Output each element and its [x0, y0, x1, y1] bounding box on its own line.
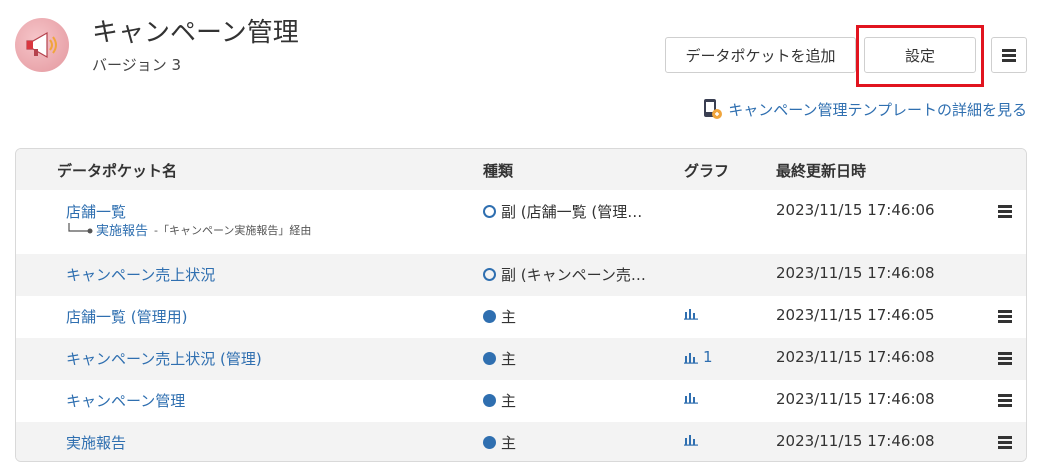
row-menu-button[interactable]: [998, 350, 1012, 371]
table-row: キャンペーン売上状況 副 (キャンペーン売… 2023/11/15 17:46:…: [16, 254, 1026, 296]
main-type-icon: [483, 436, 496, 449]
menu-button[interactable]: [991, 37, 1027, 73]
updated-cell: 2023/11/15 17:46:08: [776, 432, 935, 450]
type-label: 主: [501, 350, 517, 368]
type-label: 主: [501, 392, 517, 410]
bar-chart-icon: [684, 435, 698, 446]
type-label: 副 (キャンペーン売…: [501, 266, 646, 284]
graph-cell[interactable]: [684, 432, 703, 446]
settings-button[interactable]: 設定: [864, 37, 976, 73]
graph-count: 1: [703, 348, 713, 366]
column-header-type: 種類: [483, 162, 514, 180]
bar-chart-icon: [684, 393, 698, 404]
data-pocket-name-link[interactable]: 店舗一覧 (管理用): [66, 306, 187, 327]
updated-cell: 2023/11/15 17:46:08: [776, 348, 935, 366]
graph-cell[interactable]: [684, 306, 703, 320]
linked-pocket-link[interactable]: 実施報告: [96, 220, 148, 239]
updated-cell: 2023/11/15 17:46:06: [776, 201, 935, 219]
branch-connector-icon: [68, 222, 93, 233]
linked-pocket-note: -「キャンペーン実施報告」経由: [154, 223, 312, 237]
data-pocket-name-link[interactable]: 実施報告: [66, 432, 126, 453]
main-type-icon: [483, 352, 496, 365]
type-cell: 副 (キャンペーン売…: [483, 264, 646, 285]
table-header: データポケット名 種類 グラフ 最終更新日時: [16, 149, 1026, 190]
graph-cell[interactable]: 1: [684, 348, 713, 366]
app-icon: [15, 18, 69, 72]
type-label: 主: [501, 434, 517, 452]
page-title: キャンペーン管理: [92, 18, 299, 48]
bar-chart-icon: [684, 353, 698, 364]
add-data-pocket-button[interactable]: データポケットを追加: [665, 37, 856, 73]
data-pocket-name-link[interactable]: キャンペーン売上状況: [66, 264, 215, 285]
type-cell: 主: [483, 348, 516, 369]
menu-icon: [998, 308, 1012, 325]
updated-cell: 2023/11/15 17:46:08: [776, 264, 935, 282]
type-label: 主: [501, 308, 517, 326]
table-row: 店舗一覧 実施報告 -「キャンペーン実施報告」経由 副 (店舗一覧 (管理… 2…: [16, 190, 1026, 254]
template-link-label: キャンペーン管理テンプレートの詳細を見る: [728, 100, 1027, 119]
menu-icon: [998, 203, 1012, 220]
updated-cell: 2023/11/15 17:46:05: [776, 306, 935, 324]
row-menu-button[interactable]: [998, 203, 1012, 224]
bar-chart-icon: [684, 309, 698, 320]
type-cell: 主: [483, 390, 516, 411]
version-label: バージョン 3: [92, 56, 182, 74]
row-menu-button[interactable]: [998, 308, 1012, 329]
data-pocket-table: データポケット名 種類 グラフ 最終更新日時 店舗一覧 実施報告 -「キャンペー…: [15, 148, 1027, 462]
menu-icon: [998, 392, 1012, 409]
template-details-link[interactable]: キャンペーン管理テンプレートの詳細を見る: [702, 98, 1027, 120]
table-row: 実施報告 主 2023/11/15 17:46:08: [16, 422, 1026, 461]
data-pocket-name-link[interactable]: 店舗一覧: [66, 201, 126, 222]
template-icon: [704, 99, 723, 119]
type-cell: 主: [483, 306, 516, 327]
data-pocket-name-link[interactable]: キャンペーン売上状況 (管理): [66, 348, 262, 369]
updated-cell: 2023/11/15 17:46:08: [776, 390, 935, 408]
type-cell: 主: [483, 432, 516, 453]
column-header-name: データポケット名: [57, 162, 178, 180]
linked-pocket: 実施報告 -「キャンペーン実施報告」経由: [66, 220, 311, 239]
sub-type-icon: [483, 268, 496, 281]
column-header-updated: 最終更新日時: [776, 162, 867, 180]
menu-icon: [998, 350, 1012, 367]
sub-type-icon: [483, 205, 496, 218]
type-label: 副 (店舗一覧 (管理…: [501, 203, 643, 221]
main-type-icon: [483, 394, 496, 407]
table-row: キャンペーン管理 主 2023/11/15 17:46:08: [16, 380, 1026, 422]
main-type-icon: [483, 310, 496, 323]
menu-icon: [1002, 47, 1016, 64]
table-row: キャンペーン売上状況 (管理) 主 1 2023/11/15 17:46:08: [16, 338, 1026, 380]
data-pocket-name-link[interactable]: キャンペーン管理: [66, 390, 185, 411]
table-row: 店舗一覧 (管理用) 主 2023/11/15 17:46:05: [16, 296, 1026, 338]
column-header-graph: グラフ: [684, 162, 730, 180]
menu-icon: [998, 434, 1012, 451]
type-cell: 副 (店舗一覧 (管理…: [483, 201, 642, 222]
row-menu-button[interactable]: [998, 434, 1012, 455]
graph-cell[interactable]: [684, 390, 703, 404]
row-menu-button[interactable]: [998, 392, 1012, 413]
megaphone-icon: [26, 31, 57, 59]
